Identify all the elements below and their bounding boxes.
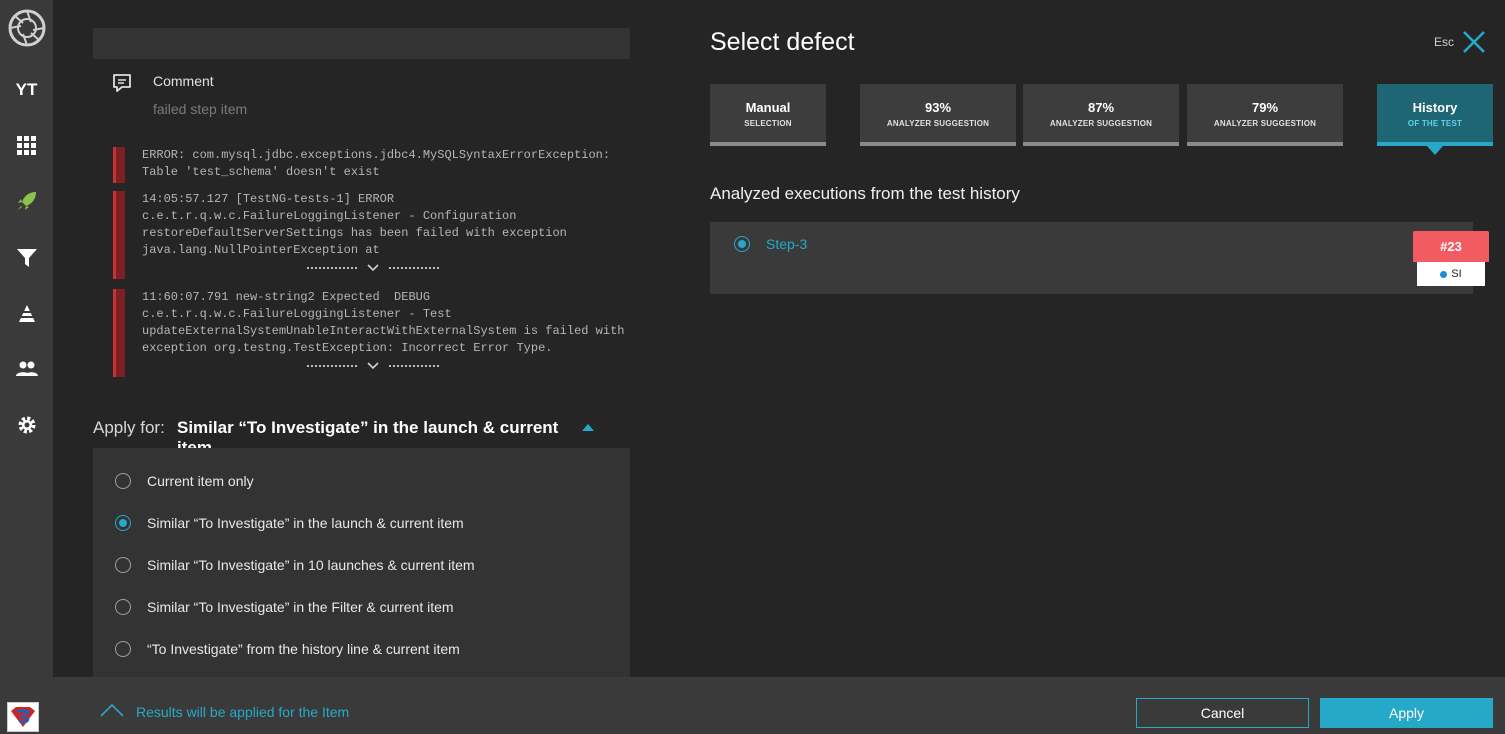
project-label: YT [15,80,38,99]
sidebar-item-debug[interactable] [0,294,53,334]
error-level-bar [113,147,125,183]
option-label: “To Investigate” from the history line &… [147,641,460,657]
log-message: 14:05:57.127 [TestNG-tests-1] ERROR c.e.… [142,192,567,257]
apply-option[interactable]: “To Investigate” from the history line &… [115,641,460,657]
radio-button[interactable] [115,599,131,615]
modal-title: Select defect [710,28,855,56]
sidebar-item-project[interactable]: YT [0,70,53,110]
history-section-title: Analyzed executions from the test histor… [710,184,1020,203]
apply-option[interactable]: Similar “To Investigate” in the Filter &… [115,599,454,615]
radio-button-checked[interactable] [734,236,750,252]
close-icon[interactable] [1462,30,1486,59]
error-level-bar [113,289,125,377]
comment-input[interactable]: failed step item [153,101,247,117]
sidebar-item-settings[interactable] [0,405,53,445]
tab-title: History [1412,100,1458,115]
dashboard-grid-icon [16,136,37,156]
log-expand-toggle[interactable] [307,360,439,372]
comment-icon [111,72,133,99]
option-label: Current item only [147,473,254,489]
defect-type-badge: SI [1417,262,1485,286]
option-label: Similar “To Investigate” in the Filter &… [147,599,454,615]
log-toolbar [93,28,630,59]
sidebar-logo[interactable] [0,8,53,48]
sidebar-item-launches[interactable] [0,181,53,221]
log-expand-toggle[interactable] [307,262,439,274]
tab-subtitle: OF THE TEST [1407,119,1463,128]
active-tab-pointer [1427,146,1443,155]
cancel-button[interactable]: Cancel [1136,698,1309,728]
defect-type-dot [1440,270,1448,278]
tab-title: 79% [1251,100,1279,115]
avatar[interactable] [7,702,39,732]
tab-analyzer-79[interactable]: 79% ANALYZER SUGGESTION [1187,84,1343,146]
gear-icon [17,415,37,435]
tab-subtitle: SELECTION [744,119,792,128]
apply-option[interactable]: Similar “To Investigate” in the launch &… [115,515,464,531]
tab-subtitle: ANALYZER SUGGESTION [1213,119,1317,128]
sidebar-item-dashboards[interactable] [0,126,53,166]
tab-title: Manual [745,100,791,115]
history-item[interactable]: Step-3 [710,222,1473,294]
sidebar: YT [0,0,53,734]
radio-button[interactable] [115,641,131,657]
tab-analyzer-87[interactable]: 87% ANALYZER SUGGESTION [1023,84,1179,146]
results-note[interactable]: Results will be applied for the Item [100,703,349,720]
comment-title: Comment [153,73,214,89]
sidebar-item-members[interactable] [0,349,53,389]
history-step-label: Step-3 [766,236,808,252]
apply-option[interactable]: Current item only [115,473,254,489]
log-message: 11:60:07.791 new-string2 Expected DEBUG … [142,290,625,355]
option-label: Similar “To Investigate” in 10 launches … [147,557,475,573]
tab-title: 87% [1087,100,1115,115]
apply-for-label: Apply for: [93,418,165,437]
results-note-text: Results will be applied for the Item [136,703,350,720]
radio-button-checked[interactable] [115,515,131,531]
tab-history[interactable]: History OF THE TEST [1377,84,1493,155]
tab-title: 93% [924,100,952,115]
radio-button[interactable] [115,473,131,489]
tab-subtitle: ANALYZER SUGGESTION [1049,119,1153,128]
debug-icon [17,304,37,324]
esc-hint: Esc [1434,35,1455,49]
filter-icon [16,248,37,268]
sidebar-item-filters[interactable] [0,238,53,278]
launch-number-badge[interactable]: #23 [1413,231,1489,262]
chevron-up-icon [100,703,136,720]
defect-type-label: SI [1451,268,1462,280]
error-level-bar [113,191,125,279]
apply-button[interactable]: Apply [1320,698,1493,728]
users-icon [15,361,38,377]
tab-analyzer-93[interactable]: 93% ANALYZER SUGGESTION [860,84,1016,146]
chevron-down-icon [367,357,379,375]
log-message: ERROR: com.mysql.jdbc.exceptions.jdbc4.M… [142,148,611,179]
caret-up-icon [582,424,594,431]
option-label: Similar “To Investigate” in the launch &… [147,515,464,531]
log-entry: ERROR: com.mysql.jdbc.exceptions.jdbc4.M… [113,147,633,183]
history-option[interactable]: Step-3 [734,236,807,252]
radio-button[interactable] [115,557,131,573]
rocket-icon [16,190,38,212]
tab-manual[interactable]: Manual SELECTION [710,84,826,146]
chevron-down-icon [367,259,379,277]
tab-subtitle: ANALYZER SUGGESTION [886,119,990,128]
logo-icon [8,9,46,47]
apply-option[interactable]: Similar “To Investigate” in 10 launches … [115,557,475,573]
apply-for-options: Current item only Similar “To Investigat… [93,448,630,677]
